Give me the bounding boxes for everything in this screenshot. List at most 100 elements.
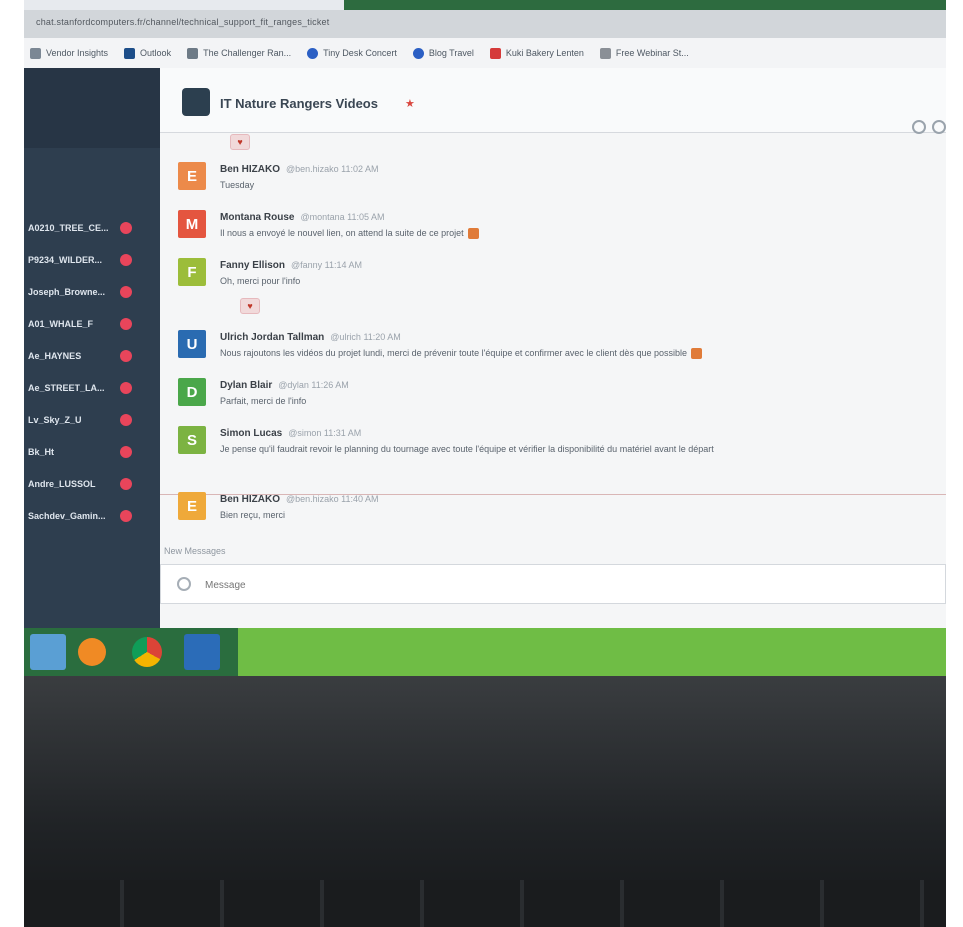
bookmark-2[interactable]: The Challenger Ran... [187, 47, 292, 59]
bookmark-label: Free Webinar St... [615, 48, 689, 58]
avatar[interactable]: S [178, 426, 206, 454]
bookmark-label: Vendor Insights [46, 48, 109, 58]
message-text-content: Nous rajoutons les vidéos du projet lund… [220, 348, 687, 358]
message-meta: @ben.hizako 11:02 AM [286, 164, 379, 174]
message-item: D Dylan Blair @dylan 11:26 AM Parfait, me… [160, 374, 946, 418]
taskbar [24, 628, 946, 676]
message-item: M Montana Rouse @montana 11:05 AM Il nous… [160, 206, 946, 250]
avatar[interactable]: U [178, 330, 206, 358]
message-text: Parfait, merci de l'info [220, 396, 307, 406]
reaction-heart-icon[interactable]: ♥ [230, 134, 250, 150]
sidebar-item[interactable]: Ae_HAYNES [24, 344, 160, 368]
file-explorer-icon[interactable] [30, 634, 66, 670]
bookmark-label: Tiny Desk Concert [323, 48, 397, 58]
sidebar-item-label: Sachdev_Gamin... [28, 511, 106, 521]
message-text: Je pense qu'il faudrait revoir le planni… [220, 444, 714, 454]
sidebar-item[interactable]: Ae_STREET_LA... [24, 376, 160, 400]
sidebar-item-label: Andre_LUSSOL [28, 479, 96, 489]
composer-hint: New Messages [164, 546, 226, 556]
avatar[interactable]: M [178, 210, 206, 238]
bookmark-icon [187, 47, 199, 59]
message-header: Montana Rouse @montana 11:05 AM [220, 212, 384, 223]
message-meta: @dylan 11:26 AM [278, 380, 349, 390]
message-author[interactable]: Fanny Ellison [220, 260, 285, 271]
outlook-icon[interactable] [184, 634, 220, 670]
unread-badge [120, 414, 132, 426]
taskbar-active-window [238, 628, 946, 676]
message-meta: @montana 11:05 AM [300, 212, 385, 222]
sidebar-item[interactable]: Lv_Sky_Z_U [24, 408, 160, 432]
sidebar-item[interactable]: A0210_TREE_CE... [24, 216, 160, 240]
bookmark-6[interactable]: Free Webinar St... [599, 47, 689, 59]
bookmark-icon [489, 47, 501, 59]
gear-icon[interactable] [932, 120, 946, 134]
monitor-screen: chat.stanfordcomputers.fr/channel/techni… [24, 0, 946, 640]
message-meta: @fanny 11:14 AM [291, 260, 363, 270]
message-item: U Ulrich Jordan Tallman @ulrich 11:20 AM … [160, 326, 946, 370]
message-text: Bien reçu, merci [220, 510, 286, 520]
bookmarks-bar: Vendor Insights Outlook The Challenger R… [24, 38, 946, 69]
channel-title: IT Nature Rangers Videos [220, 96, 378, 111]
channel-icon [182, 88, 210, 116]
message-author[interactable]: Ulrich Jordan Tallman [220, 332, 324, 343]
unread-badge [120, 478, 132, 490]
address-bar[interactable]: chat.stanfordcomputers.fr/channel/techni… [24, 10, 946, 39]
firefox-icon[interactable] [78, 638, 106, 666]
message-author[interactable]: Ben HIZAKO [220, 164, 280, 175]
sidebar-item[interactable]: A01_WHALE_F [24, 312, 160, 336]
bookmark-label: Blog Travel [428, 48, 474, 58]
unread-badge [120, 350, 132, 362]
sidebar-item[interactable]: P9234_WILDER... [24, 248, 160, 272]
avatar[interactable]: E [178, 492, 206, 520]
sidebar-item-label: Ae_HAYNES [28, 351, 82, 361]
bookmark-0[interactable]: Vendor Insights [30, 47, 109, 59]
sidebar-item-label: A01_WHALE_F [28, 319, 94, 329]
message-composer [160, 564, 946, 604]
sidebar-item[interactable]: Joseph_Browne... [24, 280, 160, 304]
keyboard-edge [24, 880, 946, 927]
message-author[interactable]: Ben HIZAKO [220, 494, 280, 505]
bookmark-icon [30, 47, 41, 59]
message-meta: @ben.hizako 11:40 AM [286, 494, 379, 504]
bookmark-icon [412, 47, 424, 59]
message-meta: @ulrich 11:20 AM [330, 332, 401, 342]
message-item: F Fanny Ellison @fanny 11:14 AM Oh, merci… [160, 254, 946, 298]
sidebar-item-label: Bk_Ht [28, 447, 55, 457]
favorite-star-icon[interactable]: ★ [405, 97, 415, 110]
unread-badge [120, 382, 132, 394]
emoji-picker-icon[interactable] [177, 577, 191, 591]
message-author[interactable]: Simon Lucas [220, 428, 282, 439]
gift-emoji-icon [467, 228, 479, 240]
avatar[interactable]: E [178, 162, 206, 190]
message-header: Simon Lucas @simon 11:31 AM [220, 428, 361, 439]
message-input[interactable] [203, 573, 907, 597]
message-item: E Ben HIZAKO @ben.hizako 11:02 AM Tuesday [160, 158, 946, 202]
avatar[interactable]: D [178, 378, 206, 406]
address-url: chat.stanfordcomputers.fr/channel/techni… [36, 17, 330, 27]
sidebar-item[interactable]: Sachdev_Gamin... [24, 504, 160, 528]
bookmark-label: The Challenger Ran... [203, 48, 292, 58]
message-author[interactable]: Montana Rouse [220, 212, 294, 223]
message-meta: @simon 11:31 AM [288, 428, 362, 438]
sidebar-item-label: A0210_TREE_CE... [28, 223, 109, 233]
reaction-heart-icon[interactable]: ♥ [240, 298, 260, 314]
bookmark-5[interactable]: Kuki Bakery Lenten [489, 47, 584, 59]
bookmark-3[interactable]: Tiny Desk Concert [307, 47, 397, 59]
avatar[interactable]: F [178, 258, 206, 286]
bookmark-4[interactable]: Blog Travel [412, 47, 474, 59]
sidebar-item-label: P9234_WILDER... [28, 255, 103, 265]
settings-icon[interactable] [912, 120, 926, 134]
message-author[interactable]: Dylan Blair [220, 380, 272, 391]
chrome-icon[interactable] [132, 637, 162, 667]
sidebar: A0210_TREE_CE... P9234_WILDER... Joseph_… [24, 68, 160, 628]
sidebar-item[interactable]: Andre_LUSSOL [24, 472, 160, 496]
unread-badge [120, 254, 132, 266]
photo-frame: chat.stanfordcomputers.fr/channel/techni… [24, 0, 946, 927]
bookmark-label: Kuki Bakery Lenten [505, 48, 584, 58]
unread-badge [120, 318, 132, 330]
bookmark-icon [307, 47, 319, 59]
sidebar-item[interactable]: Bk_Ht [24, 440, 160, 464]
sidebar-item-label: Joseph_Browne... [28, 287, 106, 297]
bookmark-1[interactable]: Outlook [124, 47, 171, 59]
sidebar-item-label: Lv_Sky_Z_U [28, 415, 82, 425]
